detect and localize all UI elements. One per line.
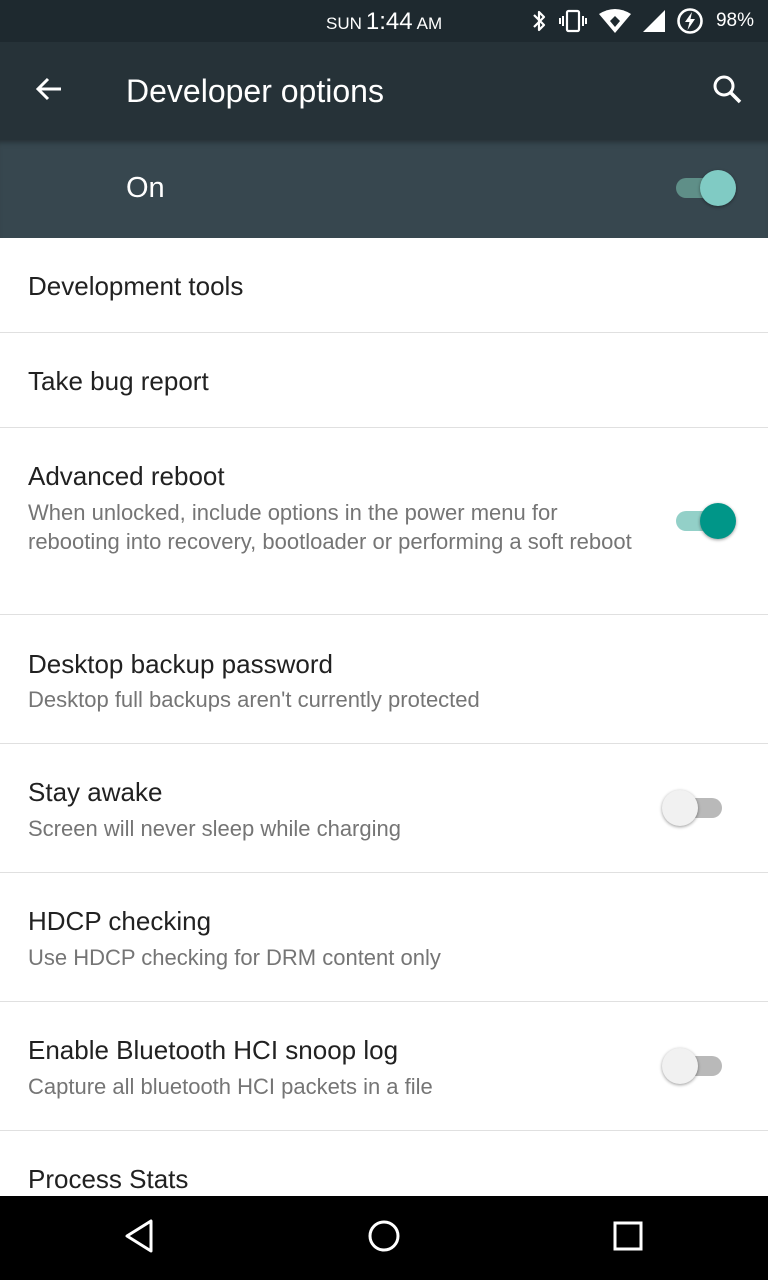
item-title: Stay awake <box>28 777 163 807</box>
recents-square-icon <box>612 1220 644 1257</box>
app-bar: Developer options <box>0 42 768 140</box>
list-item-hdcp-checking[interactable]: HDCP checking Use HDCP checking for DRM … <box>0 873 768 1002</box>
master-switch-bar[interactable]: On <box>0 140 768 238</box>
item-title: HDCP checking <box>28 906 212 936</box>
back-triangle-icon <box>123 1218 157 1259</box>
item-title: Development tools <box>28 271 244 301</box>
item-summary: Desktop full backups aren't currently pr… <box>28 687 480 712</box>
item-title: Advanced reboot <box>28 461 225 491</box>
vibrate-icon <box>558 8 588 34</box>
search-button[interactable] <box>702 66 752 116</box>
item-summary: Screen will never sleep while charging <box>28 816 401 841</box>
status-clock: SUN 1:44 AM <box>326 8 442 36</box>
clock-day: SUN <box>326 14 362 33</box>
item-title: Process Stats <box>28 1164 189 1194</box>
bluetooth-icon <box>530 8 548 34</box>
nav-back-button[interactable] <box>116 1214 164 1262</box>
item-summary: Use HDCP checking for DRM content only <box>28 945 441 970</box>
toggle-thumb <box>662 790 698 826</box>
list-item-desktop-backup-password[interactable]: Desktop backup password Desktop full bac… <box>0 615 768 744</box>
advanced-reboot-toggle[interactable] <box>672 501 736 541</box>
list-item-development-tools[interactable]: Development tools <box>0 238 768 333</box>
stay-awake-toggle[interactable] <box>662 788 726 828</box>
back-button[interactable] <box>24 66 74 116</box>
master-switch-label: On <box>126 172 165 204</box>
status-bar: SUN 1:44 AM 98% <box>0 0 768 42</box>
status-icons: 98% <box>530 6 754 36</box>
bluetooth-hci-toggle[interactable] <box>662 1046 726 1086</box>
toggle-thumb <box>700 503 736 539</box>
navigation-bar <box>0 1196 768 1280</box>
battery-charging-icon <box>676 7 704 35</box>
master-toggle[interactable] <box>672 168 736 208</box>
item-title: Desktop backup password <box>28 649 333 679</box>
list-item-advanced-reboot[interactable]: Advanced reboot When unlocked, include o… <box>0 428 768 615</box>
nav-recents-button[interactable] <box>604 1214 652 1262</box>
list-item-bluetooth-hci-snoop-log[interactable]: Enable Bluetooth HCI snoop log Capture a… <box>0 1002 768 1131</box>
page-title: Developer options <box>126 73 384 109</box>
item-title: Take bug report <box>28 366 209 396</box>
search-icon <box>711 73 743 110</box>
nav-home-button[interactable] <box>360 1214 408 1262</box>
home-circle-icon <box>366 1218 402 1259</box>
clock-ampm: AM <box>416 14 443 33</box>
clock-time: 1:44 <box>365 8 413 35</box>
list-item-take-bug-report[interactable]: Take bug report <box>0 333 768 428</box>
list-item-stay-awake[interactable]: Stay awake Screen will never sleep while… <box>0 744 768 873</box>
arrow-back-icon <box>33 73 65 110</box>
toggle-thumb <box>662 1048 698 1084</box>
item-summary: When unlocked, include options in the po… <box>28 500 632 554</box>
item-title: Enable Bluetooth HCI snoop log <box>28 1035 399 1065</box>
settings-list: Development tools Take bug report Advanc… <box>0 238 768 1226</box>
toggle-thumb <box>700 170 736 206</box>
battery-percent: 98% <box>715 10 754 31</box>
wifi-icon <box>598 8 632 34</box>
cell-signal-icon <box>642 9 666 33</box>
item-summary: Capture all bluetooth HCI packets in a f… <box>28 1074 433 1099</box>
